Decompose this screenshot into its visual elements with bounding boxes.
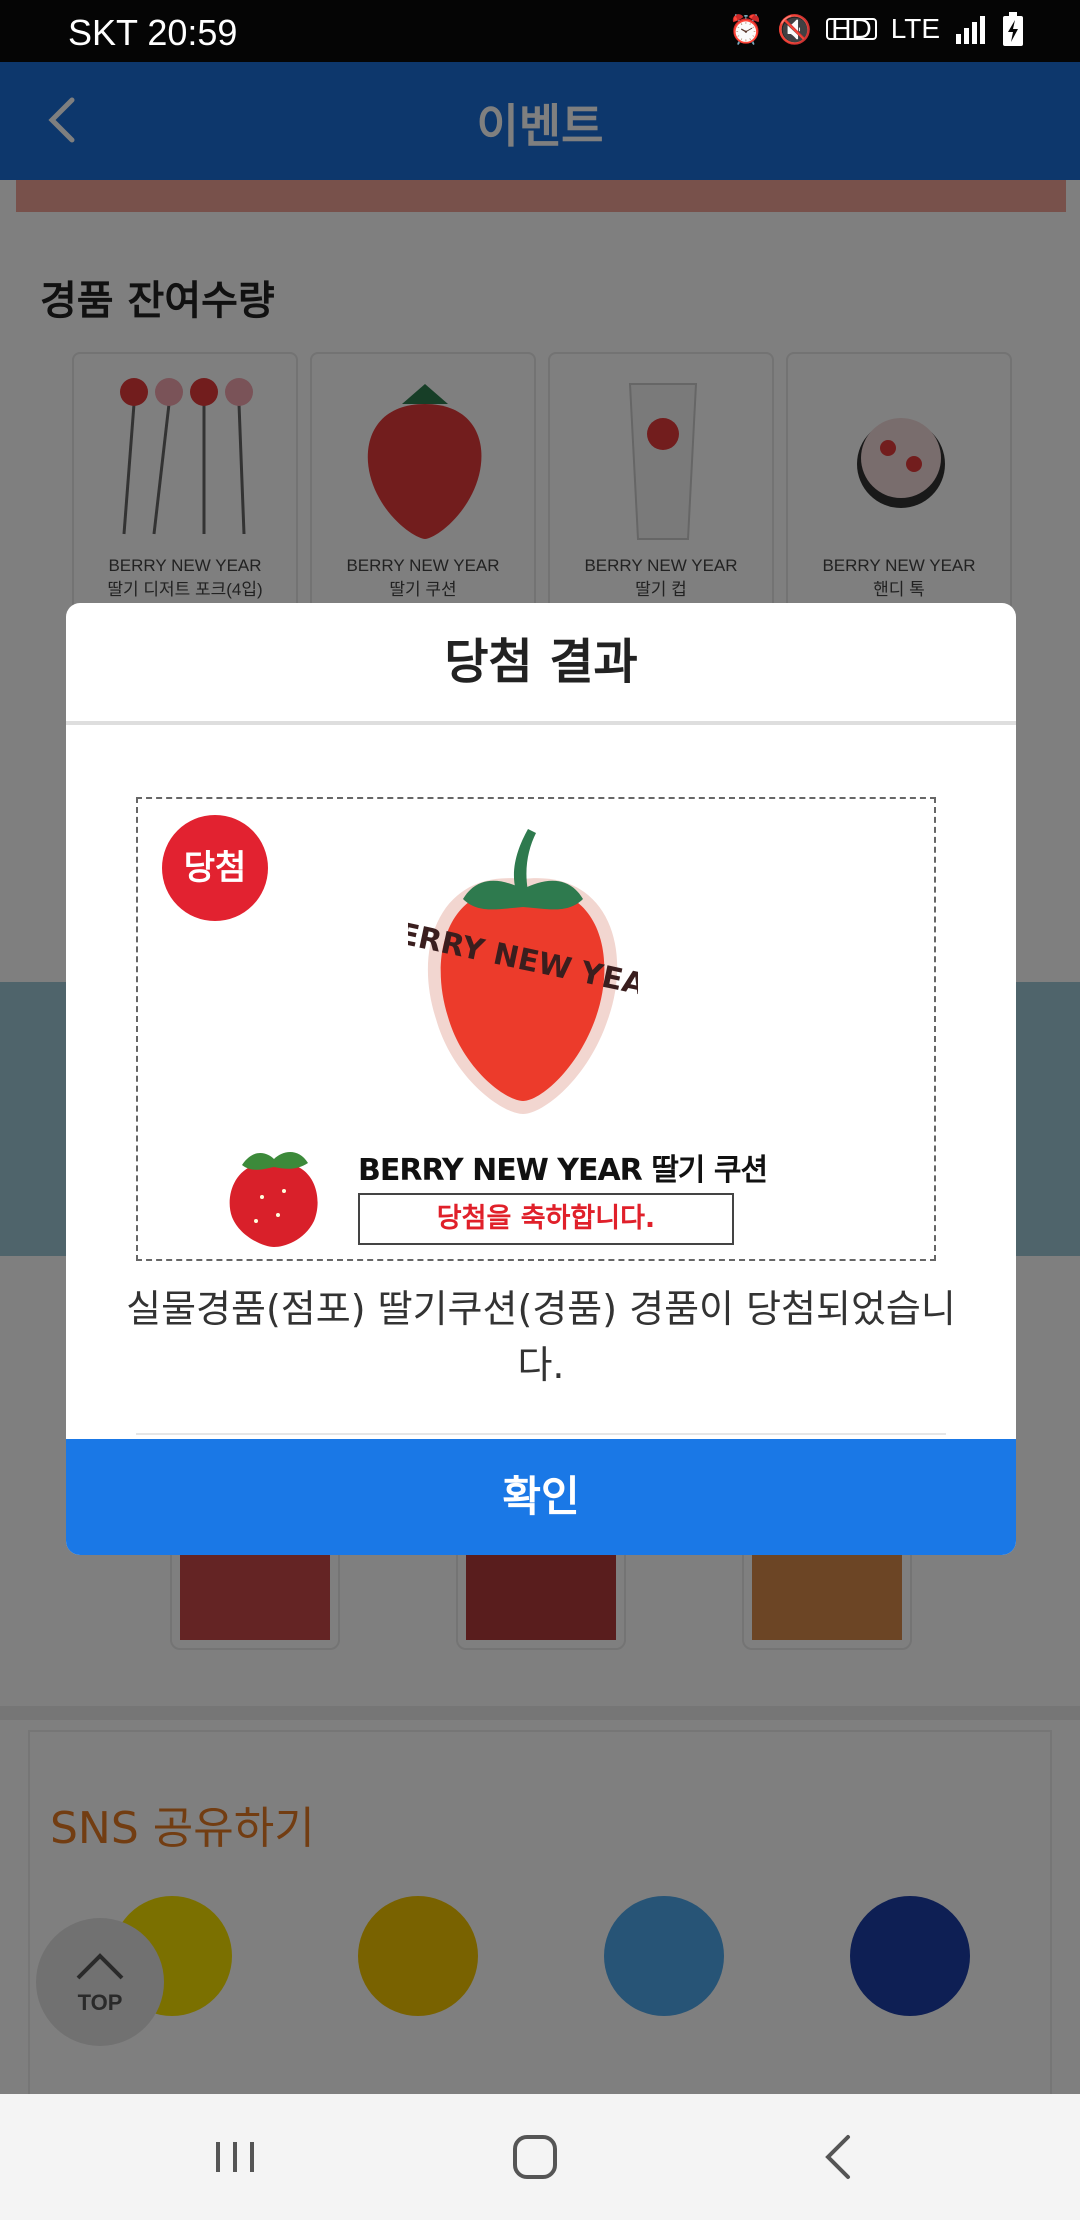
system-nav-bar — [0, 2094, 1080, 2220]
mute-icon: 🔇 — [777, 12, 813, 46]
strawberry-icon — [229, 1152, 318, 1247]
congrats-text: 당첨을 축하합니다. — [358, 1193, 734, 1245]
status-bar: SKT 20:59 ⏰ 🔇 HD LTE — [0, 0, 1080, 62]
dialog-divider — [66, 721, 1016, 725]
dialog-title: 당첨 결과 — [444, 634, 638, 690]
lte-icon: LTE — [890, 13, 940, 44]
signal-icon — [956, 16, 985, 44]
result-dialog: 당첨 결과 당첨 BERRY NEW YEAR BERRY NEW YEAR 딸… — [66, 603, 1016, 1555]
win-badge: 당첨 — [162, 815, 268, 921]
status-carrier-time: SKT 20:59 — [68, 12, 238, 53]
prize-image-frame: 당첨 BERRY NEW YEAR BERRY NEW YEAR 딸기 쿠션 당… — [136, 797, 936, 1261]
strawberry-cushion-image: BERRY NEW YEAR — [408, 829, 638, 1114]
battery-icon — [1003, 12, 1023, 46]
home-icon[interactable] — [500, 2124, 570, 2190]
hd-voice-icon: HD — [826, 15, 877, 43]
result-message: 실물경품(점포) 딸기쿠션(경품) 경품이 당첨되었습니다. — [126, 1287, 956, 1387]
recent-apps-icon[interactable] — [200, 2124, 270, 2190]
back-icon[interactable] — [804, 2124, 874, 2190]
status-icons: ⏰ 🔇 HD LTE — [729, 12, 1024, 46]
alarm-icon: ⏰ — [728, 12, 764, 46]
message-underline — [136, 1433, 946, 1435]
confirm-button[interactable]: 확인 — [66, 1439, 1016, 1555]
prize-name: BERRY NEW YEAR 딸기 쿠션 — [358, 1153, 768, 1188]
